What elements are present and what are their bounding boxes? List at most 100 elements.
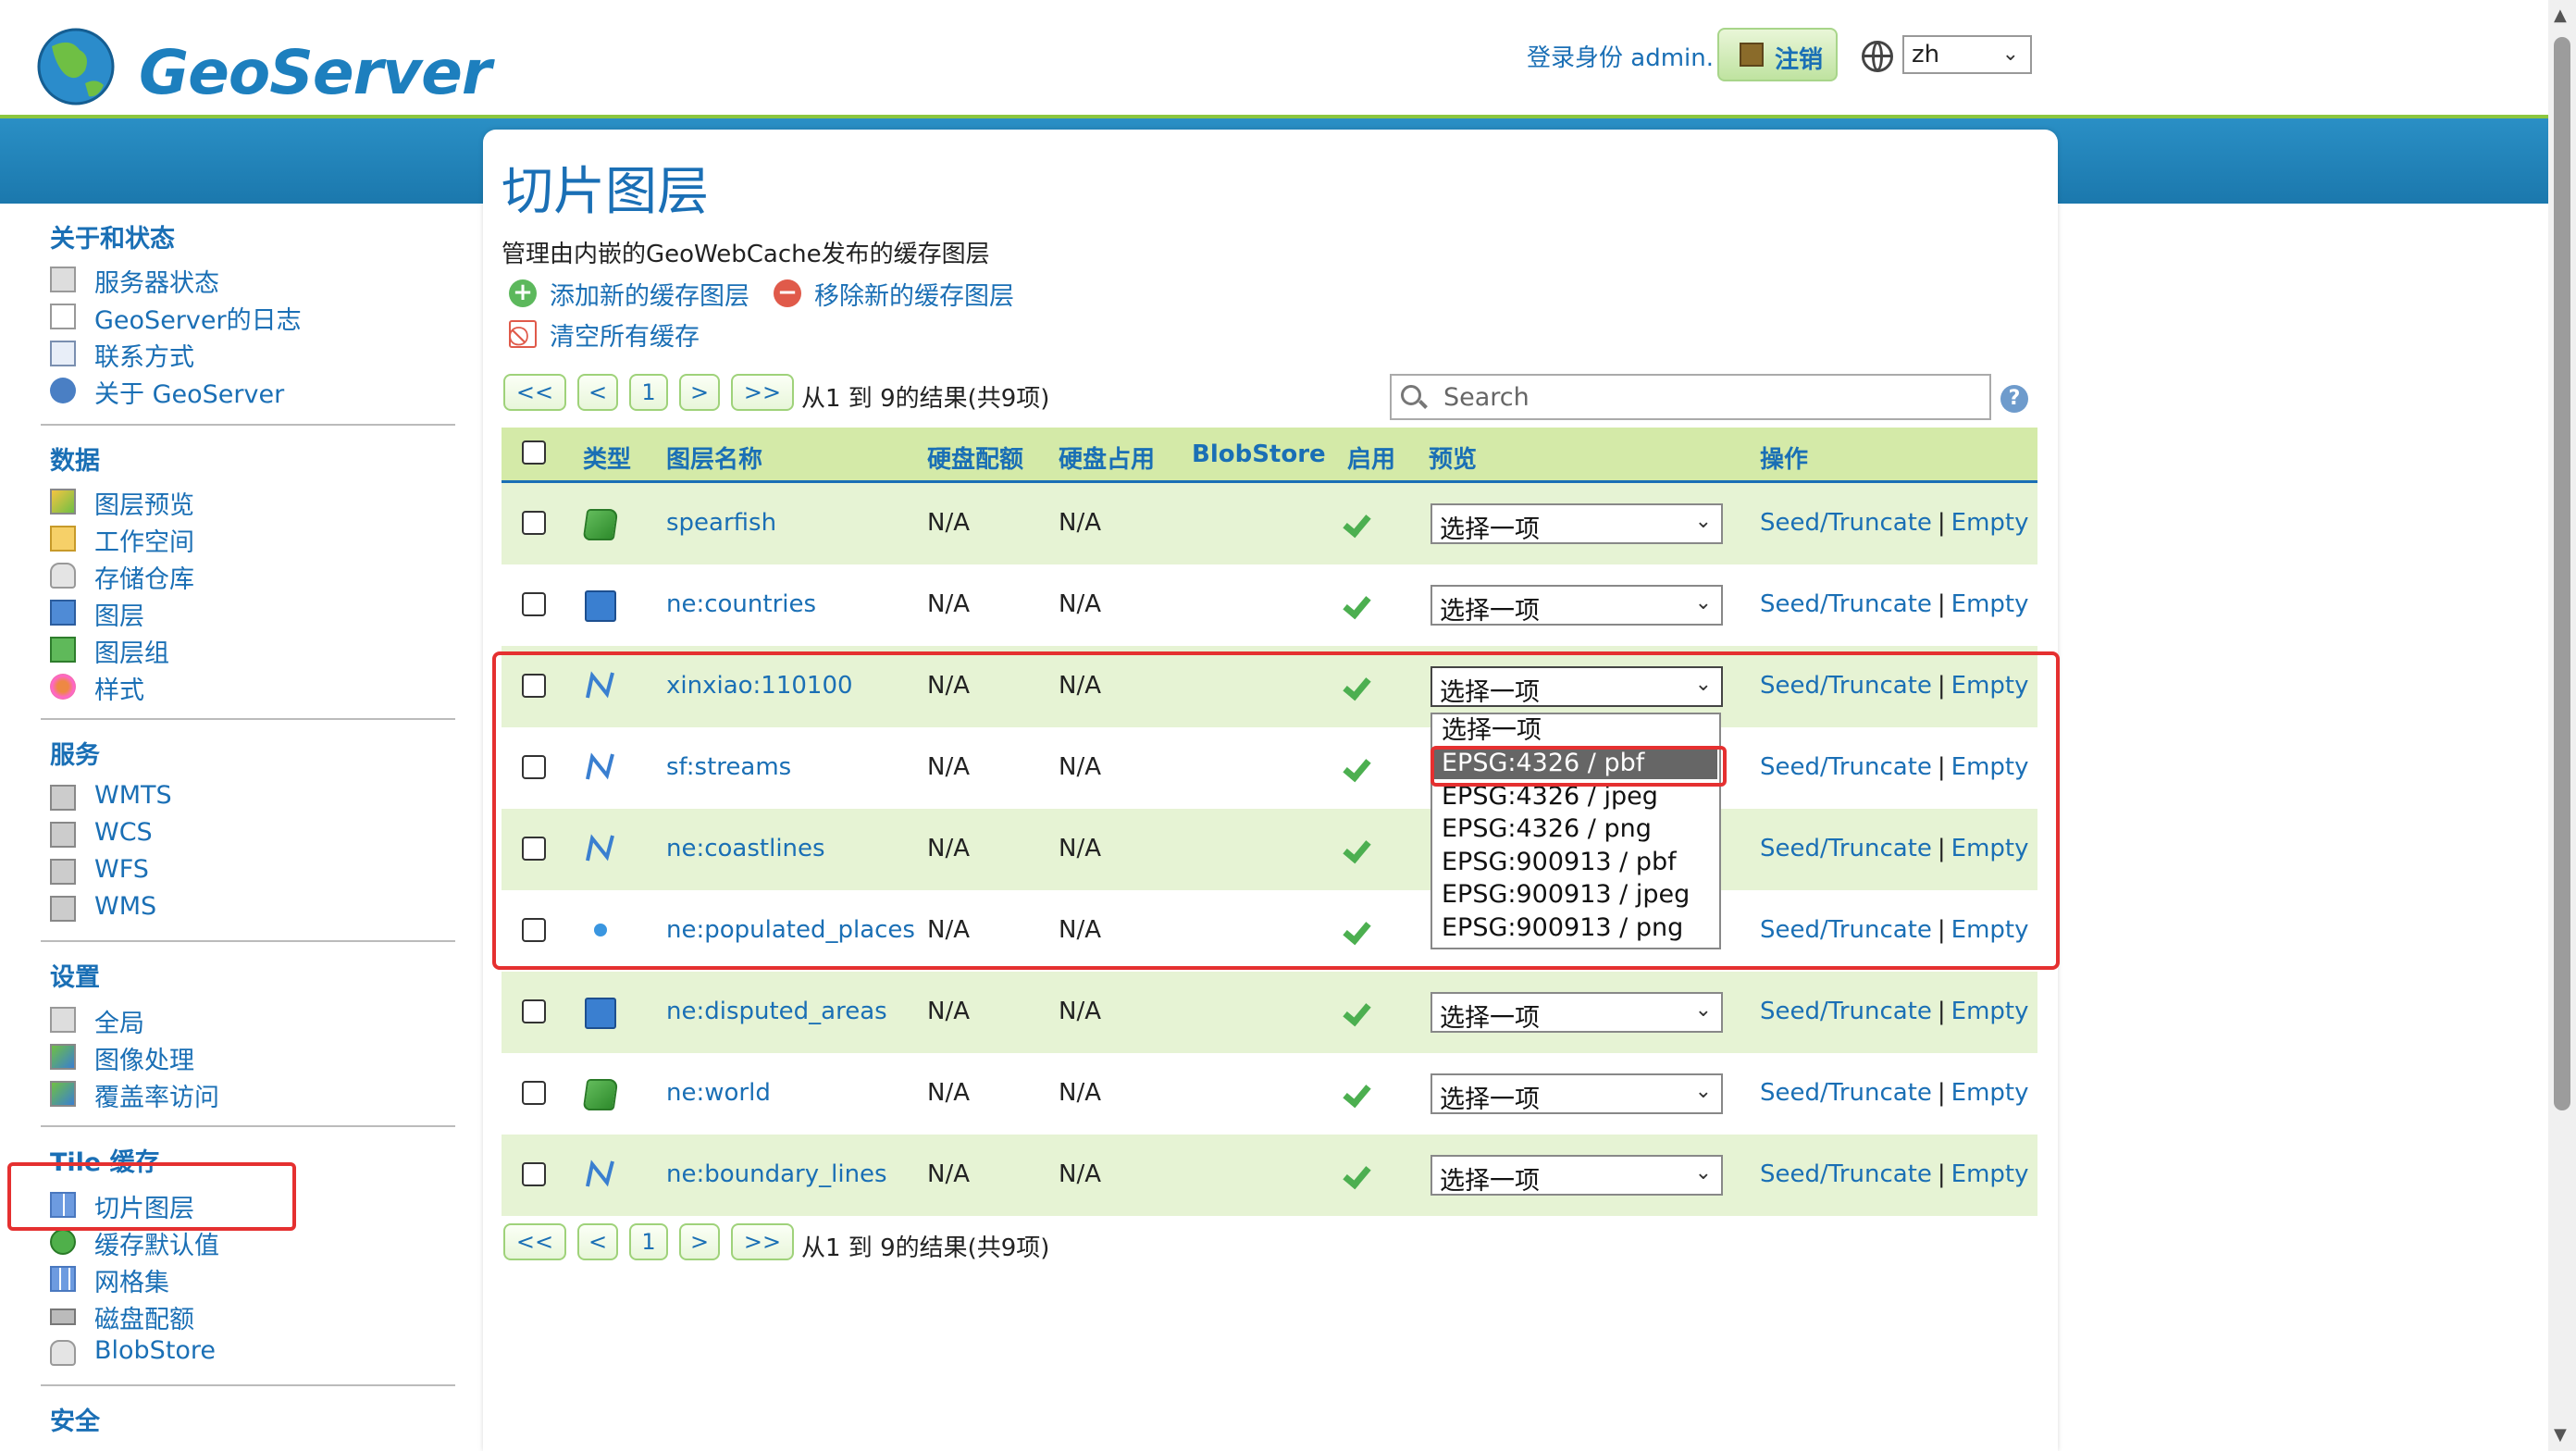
preview-select-value: 选择一项 xyxy=(1440,1004,1540,1033)
preview-select[interactable]: 选择一项 ⌄ xyxy=(1430,1073,1723,1114)
pager-page-button[interactable]: 1 xyxy=(629,1223,668,1260)
globe-icon xyxy=(1862,41,1893,72)
nav-label: 网格集 xyxy=(94,1269,169,1297)
nav-section-settings: 设置 xyxy=(50,963,100,992)
preview-select-value: 选择一项 xyxy=(1440,515,1540,544)
pager-next-button[interactable]: > xyxy=(679,1223,720,1260)
grid-icon xyxy=(50,1266,76,1292)
empty-link[interactable]: Empty xyxy=(1951,1160,2029,1188)
column-header-disk-quota[interactable]: 硬盘配额 xyxy=(927,440,1023,475)
select-all-checkbox[interactable] xyxy=(522,440,546,465)
column-header-preview: 预览 xyxy=(1429,446,1478,474)
row-checkbox[interactable] xyxy=(522,999,546,1023)
seed-truncate-link[interactable]: Seed/Truncate xyxy=(1760,509,1932,537)
disk-icon xyxy=(50,1308,76,1325)
image-icon xyxy=(50,1044,76,1070)
column-header-disk-usage[interactable]: 硬盘占用 xyxy=(1059,440,1155,475)
preview-select-value: 选择一项 xyxy=(1440,1085,1540,1114)
table-header: 类型 图层名称 硬盘配额 硬盘占用 BlobStore 启用 预览 操作 xyxy=(502,428,2037,483)
nav-section-services: 服务 xyxy=(50,741,100,770)
seed-truncate-link[interactable]: Seed/Truncate xyxy=(1760,1079,1932,1107)
remove-icon: − xyxy=(774,279,801,307)
nav-label: 工作空间 xyxy=(94,528,194,557)
empty-link[interactable]: Empty xyxy=(1951,590,2029,618)
logo-text: GeoServer xyxy=(139,37,491,108)
logout-icon xyxy=(1740,43,1764,67)
server-icon xyxy=(50,1007,76,1033)
annotation-rows-box xyxy=(492,651,2060,970)
table-row: ne:world N/A N/A 选择一项 ⌄ Seed/Truncate | Emp… xyxy=(502,1053,2037,1135)
logout-label: 注销 xyxy=(1775,46,1824,74)
pager-first-button[interactable]: << xyxy=(503,374,566,411)
language-select[interactable]: zh ⌄ xyxy=(1902,35,2032,74)
column-header-enabled[interactable]: 启用 xyxy=(1347,440,1395,475)
chevron-down-icon: ⌄ xyxy=(1694,1080,1712,1103)
pager-prev-button[interactable]: < xyxy=(577,1223,618,1260)
row-checkbox[interactable] xyxy=(522,1081,546,1105)
language-value: zh xyxy=(1912,41,1940,68)
nav-divider xyxy=(41,1384,455,1386)
layer-name[interactable]: spearfish xyxy=(666,509,776,537)
layer-preview-icon xyxy=(50,489,76,515)
chevron-down-icon: ⌄ xyxy=(1694,1161,1712,1184)
scrollbar-thumb[interactable] xyxy=(2554,37,2570,1110)
nav-label: 样式 xyxy=(94,676,144,705)
enabled-check-icon xyxy=(1347,1077,1375,1105)
row-checkbox[interactable] xyxy=(522,511,546,535)
pager-page-button[interactable]: 1 xyxy=(629,374,668,411)
preview-select[interactable]: 选择一项 ⌄ xyxy=(1430,503,1723,544)
layer-name[interactable]: ne:countries xyxy=(666,590,816,618)
column-header-layer-name[interactable]: 图层名称 xyxy=(666,440,762,475)
preview-select[interactable]: 选择一项 ⌄ xyxy=(1430,1155,1723,1196)
info-icon xyxy=(50,378,76,403)
scroll-up-arrow-icon[interactable]: ▲ xyxy=(2554,6,2567,25)
preview-select[interactable]: 选择一项 ⌄ xyxy=(1430,585,1723,626)
seed-truncate-link[interactable]: Seed/Truncate xyxy=(1760,998,1932,1025)
nav-divider xyxy=(41,424,455,426)
table-row: ne:countries N/A N/A 选择一项 ⌄ Seed/Truncate… xyxy=(502,564,2037,646)
service-icon xyxy=(50,859,76,885)
empty-link[interactable]: Empty xyxy=(1951,509,2029,537)
search-input[interactable]: Search xyxy=(1390,374,1991,420)
pager-first-button[interactable]: << xyxy=(503,1223,566,1260)
folder-icon xyxy=(50,526,76,552)
preview-select-value: 选择一项 xyxy=(1440,1167,1540,1196)
row-checkbox[interactable] xyxy=(522,592,546,616)
pager-last-button[interactable]: >> xyxy=(731,1223,794,1260)
pager-next-button[interactable]: > xyxy=(679,374,720,411)
preview-select[interactable]: 选择一项 ⌄ xyxy=(1430,992,1723,1033)
nav-divider xyxy=(41,718,455,720)
column-header-type[interactable]: 类型 xyxy=(583,440,631,475)
action-label: 添加新的缓存图层 xyxy=(550,282,749,311)
logout-button[interactable]: 注销 xyxy=(1717,28,1838,81)
nav-label: WFS xyxy=(94,855,149,884)
scroll-down-arrow-icon[interactable]: ▼ xyxy=(2554,1425,2567,1445)
nav-label: 图层 xyxy=(94,602,144,631)
column-header-blobstore[interactable]: BlobStore xyxy=(1192,440,1326,468)
seed-truncate-link[interactable]: Seed/Truncate xyxy=(1760,1160,1932,1188)
add-icon: + xyxy=(509,279,537,307)
nav-section-about: 关于和状态 xyxy=(50,225,175,254)
pager-prev-button[interactable]: < xyxy=(577,374,618,411)
nav-divider xyxy=(41,940,455,942)
service-icon xyxy=(50,896,76,922)
layer-name[interactable]: ne:boundary_lines xyxy=(666,1160,887,1188)
database-icon xyxy=(50,563,76,589)
layer-name[interactable]: ne:world xyxy=(666,1079,771,1107)
disk-quota: N/A xyxy=(927,998,970,1025)
help-icon[interactable]: ? xyxy=(2000,385,2028,413)
disk-usage: N/A xyxy=(1059,509,1101,537)
row-actions: Seed/Truncate | Empty xyxy=(1760,590,2029,618)
empty-link[interactable]: Empty xyxy=(1951,1079,2029,1107)
table-row: ne:boundary_lines N/A N/A 选择一项 ⌄ Seed/Tru… xyxy=(502,1135,2037,1216)
table-row: spearfish N/A N/A 选择一项 ⌄ Seed/Truncate | Em… xyxy=(502,483,2037,564)
empty-link[interactable]: Empty xyxy=(1951,998,2029,1025)
nav-divider xyxy=(41,1125,455,1127)
seed-truncate-link[interactable]: Seed/Truncate xyxy=(1760,590,1932,618)
palette-icon xyxy=(50,674,76,700)
nav-section-security: 安全 xyxy=(50,1408,100,1436)
layer-name[interactable]: ne:disputed_areas xyxy=(666,998,887,1025)
row-checkbox[interactable] xyxy=(522,1162,546,1186)
nav-label: WMTS xyxy=(94,781,172,810)
pager-last-button[interactable]: >> xyxy=(731,374,794,411)
